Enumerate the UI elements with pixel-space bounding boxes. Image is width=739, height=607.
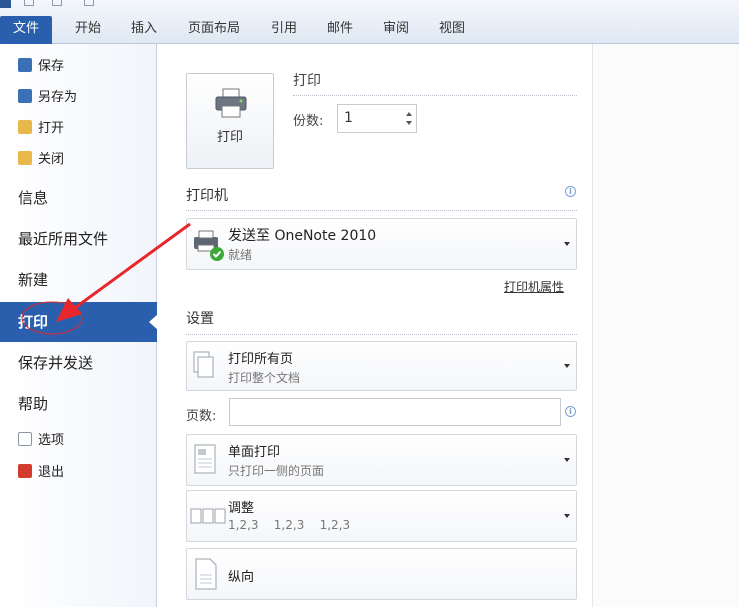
info-icon[interactable]: i — [565, 186, 576, 197]
redo-icon[interactable] — [84, 0, 94, 6]
print-preview-pane — [593, 44, 739, 607]
close-folder-icon — [18, 151, 32, 165]
printer-section-title: 打印机 — [186, 188, 228, 204]
orientation-title: 纵向 — [228, 570, 255, 585]
nav-item-label: 选项 — [38, 433, 65, 448]
pages-input[interactable] — [229, 398, 561, 426]
chevron-down-icon — [564, 458, 570, 462]
word-logo-icon — [0, 0, 11, 8]
nav-item-close[interactable]: 关闭 — [18, 149, 64, 171]
nav-item-save[interactable]: 保存 — [18, 56, 64, 78]
open-folder-icon — [18, 120, 32, 134]
tab-page-layout[interactable]: 页面布局 — [180, 16, 248, 44]
printer-status: 就绪 — [228, 248, 253, 262]
print-range-title: 打印所有页 — [228, 352, 294, 367]
tab-view[interactable]: 视图 — [430, 16, 474, 44]
printer-name: 发送至 OneNote 2010 — [228, 228, 377, 244]
print-panel: 打印 打印 份数: 1 打印机 i 发送至 OneNote 2010 就绪 打印… — [157, 44, 593, 607]
nav-item-save-as[interactable]: 另存为 — [18, 87, 77, 109]
save-icon[interactable] — [24, 0, 34, 6]
settings-section-title: 设置 — [186, 311, 214, 327]
pages-icon — [193, 351, 214, 378]
nav-item-label: 保存 — [38, 59, 65, 74]
nav-item-print[interactable]: 打印 — [0, 302, 158, 342]
nav-item-exit[interactable]: 退出 — [18, 462, 64, 484]
collate-subtitle: 1,2,3 1,2,3 1,2,3 — [228, 518, 351, 532]
orientation-dropdown[interactable]: 纵向 — [186, 548, 577, 600]
copies-label: 份数: — [293, 114, 324, 129]
print-range-dropdown[interactable]: 打印所有页 打印整个文档 — [186, 341, 577, 391]
collate-dropdown[interactable]: 调整 1,2,3 1,2,3 1,2,3 — [186, 490, 577, 542]
options-icon — [18, 432, 32, 446]
nav-item-new[interactable]: 新建 — [0, 260, 157, 300]
chevron-down-icon — [564, 364, 570, 368]
printer-dropdown[interactable]: 发送至 OneNote 2010 就绪 — [186, 218, 577, 270]
tab-mailings[interactable]: 邮件 — [318, 16, 362, 44]
divider — [186, 210, 577, 211]
sides-subtitle: 只打印一侧的页面 — [228, 464, 325, 478]
nav-item-label: 打开 — [38, 121, 65, 136]
chevron-down-icon — [564, 514, 570, 518]
printer-properties-link[interactable]: 打印机属性 — [504, 278, 564, 295]
divider — [293, 95, 577, 96]
divider — [186, 334, 577, 335]
collate-icon — [190, 508, 226, 524]
increment-icon[interactable] — [406, 112, 412, 116]
tab-home[interactable]: 开始 — [66, 16, 110, 44]
pages-label: 页数: — [186, 409, 217, 424]
chevron-down-icon — [564, 242, 570, 246]
portrait-page-icon — [195, 558, 217, 590]
nav-item-info[interactable]: 信息 — [0, 178, 157, 218]
tab-insert[interactable]: 插入 — [122, 16, 166, 44]
nav-item-label: 退出 — [38, 465, 65, 480]
print-button[interactable]: 打印 — [186, 73, 274, 169]
print-range-subtitle: 打印整个文档 — [228, 371, 301, 385]
printer-icon — [215, 88, 247, 118]
sides-dropdown[interactable]: 单面打印 只打印一侧的页面 — [186, 434, 577, 486]
info-icon[interactable]: i — [565, 406, 576, 417]
one-sided-page-icon — [194, 444, 216, 474]
save-as-icon — [18, 89, 32, 103]
save-icon — [18, 58, 32, 72]
ribbon-tab-bar: 文件 开始 插入 页面布局 引用 邮件 审阅 视图 — [0, 0, 739, 44]
print-button-label: 打印 — [216, 130, 243, 145]
nav-item-save-and-send[interactable]: 保存并发送 — [0, 343, 157, 383]
printer-ready-icon — [194, 230, 224, 261]
decrement-icon[interactable] — [406, 121, 412, 125]
copies-value: 1 — [344, 110, 353, 126]
tab-references[interactable]: 引用 — [262, 16, 306, 44]
copies-stepper[interactable]: 1 — [337, 104, 417, 133]
nav-item-recent[interactable]: 最近所用文件 — [0, 219, 157, 259]
nav-item-open[interactable]: 打开 — [18, 118, 64, 140]
tab-review[interactable]: 审阅 — [374, 16, 418, 44]
collate-title: 调整 — [228, 501, 255, 516]
nav-item-label: 关闭 — [38, 152, 65, 167]
sides-title: 单面打印 — [228, 445, 281, 460]
nav-item-label: 另存为 — [38, 90, 78, 105]
backstage-nav: 保存 另存为 打开 关闭 信息 最近所用文件 新建 打印 保存并发送 帮助 选项… — [0, 44, 158, 607]
nav-item-options[interactable]: 选项 — [18, 430, 64, 452]
tab-file[interactable]: 文件 — [0, 16, 52, 44]
print-heading: 打印 — [293, 73, 321, 89]
undo-icon[interactable] — [52, 0, 62, 6]
nav-item-help[interactable]: 帮助 — [0, 384, 157, 424]
quick-access-toolbar — [0, 0, 130, 14]
exit-icon — [18, 464, 32, 478]
